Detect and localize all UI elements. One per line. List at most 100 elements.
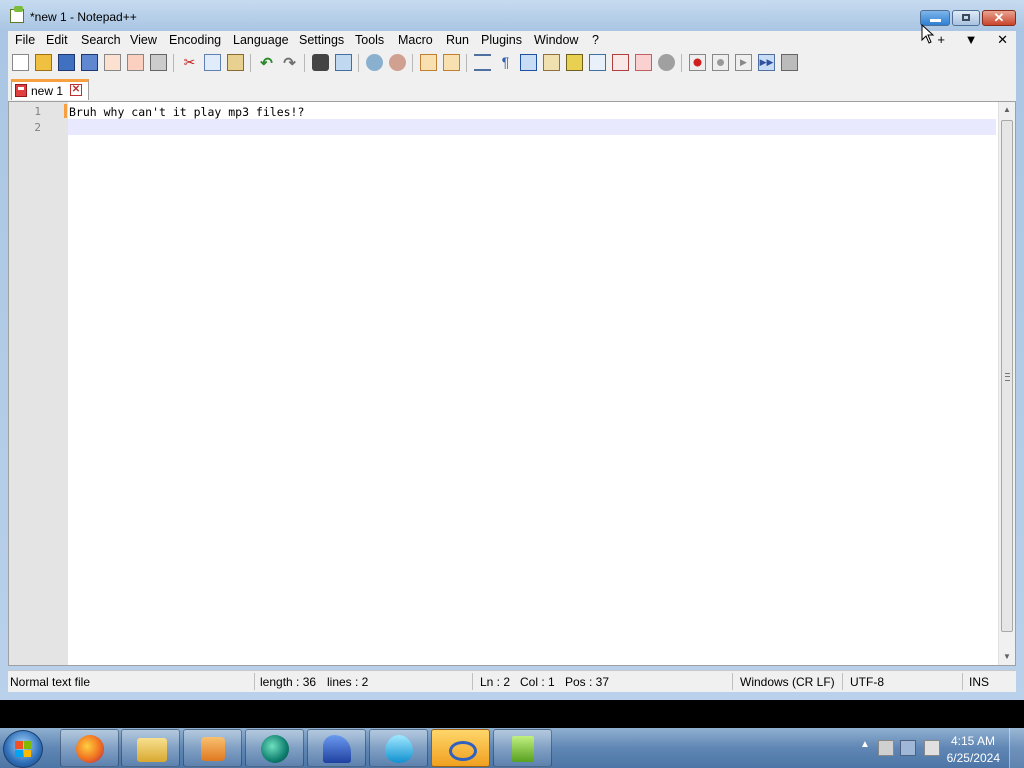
word-wrap-icon[interactable]: [474, 54, 491, 71]
run-macro-multiple-icon[interactable]: ▶▶: [758, 54, 775, 71]
editor-area[interactable]: 1 2 Bruh why can't it play mp3 files!? ▲…: [8, 101, 1016, 666]
status-ln: Ln : 2: [480, 675, 511, 689]
taskbar-water-drop-app[interactable]: [369, 729, 428, 767]
menu-macro[interactable]: Macro: [398, 33, 433, 47]
scroll-grip-icon: [1005, 373, 1010, 381]
close-icon: ✕: [993, 10, 1005, 25]
menu-encoding[interactable]: Encoding: [169, 33, 221, 47]
scroll-down-arrow-icon[interactable]: ▼: [999, 649, 1015, 665]
system-tray: ▲ 4:15 AM 6/25/2024: [834, 728, 1024, 768]
tab-close-icon[interactable]: ✕: [70, 84, 82, 96]
menu-edit[interactable]: Edit: [46, 33, 68, 47]
menu-file[interactable]: File: [15, 33, 35, 47]
indent-guide-icon[interactable]: [520, 54, 537, 71]
undo-icon[interactable]: ↶: [258, 54, 275, 72]
print-icon[interactable]: [150, 54, 167, 71]
save-macro-icon[interactable]: [781, 54, 798, 71]
close-all-icon[interactable]: [127, 54, 144, 71]
close-window-button[interactable]: ✕: [982, 10, 1016, 26]
redo-icon[interactable]: ↷: [281, 54, 298, 72]
clock-date[interactable]: 6/25/2024: [947, 751, 1000, 765]
copy-icon[interactable]: [204, 54, 221, 71]
status-separator: [254, 673, 255, 690]
scrollbar-thumb[interactable]: [1001, 120, 1013, 632]
cut-icon[interactable]: ✂: [181, 54, 198, 71]
taskbar-app-green[interactable]: [245, 729, 304, 767]
menu-tools[interactable]: Tools: [355, 33, 384, 47]
taskbar: ▲ 4:15 AM 6/25/2024: [0, 728, 1024, 768]
title-bar[interactable]: *new 1 - Notepad++ ✕: [0, 0, 1024, 31]
menu-view[interactable]: View: [130, 33, 157, 47]
status-eol[interactable]: Windows (CR LF): [740, 675, 835, 689]
tab-label: new 1: [31, 84, 64, 98]
new-file-icon[interactable]: [12, 54, 29, 71]
menu-window[interactable]: Window: [534, 33, 578, 47]
toolbar-separator: [250, 54, 251, 72]
record-macro-icon[interactable]: [689, 54, 706, 71]
current-line-highlight: [68, 119, 996, 135]
taskbar-notepadpp[interactable]: [493, 729, 552, 767]
status-encoding[interactable]: UTF-8: [850, 675, 884, 689]
udl-icon[interactable]: [543, 54, 560, 71]
zoom-out-icon[interactable]: [389, 54, 406, 71]
taskbar-firefox[interactable]: [60, 729, 119, 767]
zoom-in-icon[interactable]: [366, 54, 383, 71]
toolbar-separator: [173, 54, 174, 72]
find-icon[interactable]: [312, 54, 329, 71]
menu-help[interactable]: ?: [592, 33, 599, 47]
volume-muted-icon[interactable]: [924, 740, 940, 756]
line-number: 1: [34, 105, 41, 118]
sync-vertical-icon[interactable]: [420, 54, 437, 71]
line-number: 2: [34, 121, 41, 134]
paste-icon[interactable]: [227, 54, 244, 71]
vertical-scrollbar[interactable]: ▲ ▼: [998, 102, 1015, 665]
show-hidden-icons-icon[interactable]: ▲: [860, 739, 870, 750]
toolbar-separator: [412, 54, 413, 72]
code-line[interactable]: Bruh why can't it play mp3 files!?: [69, 105, 304, 119]
monitoring-eye-icon[interactable]: [658, 54, 675, 71]
monitoring-icon[interactable]: [635, 54, 652, 71]
doc-map-icon[interactable]: [566, 54, 583, 71]
replace-icon[interactable]: [335, 54, 352, 71]
save-all-icon[interactable]: [81, 54, 98, 71]
sync-horizontal-icon[interactable]: [443, 54, 460, 71]
action-center-icon[interactable]: [878, 740, 894, 756]
scroll-up-arrow-icon[interactable]: ▲: [999, 102, 1015, 118]
taskbar-file-explorer[interactable]: [121, 729, 180, 767]
menu-plugins[interactable]: Plugins: [481, 33, 522, 47]
tab-list-dropdown-icon[interactable]: ▼: [965, 32, 978, 47]
close-doc-icon[interactable]: ✕: [997, 32, 1008, 47]
new-tab-plus-icon[interactable]: +: [937, 32, 945, 47]
tab-new-1[interactable]: new 1 ✕: [11, 79, 89, 100]
status-lines: lines : 2: [327, 675, 369, 689]
status-bar: Normal text file length : 36 lines : 2 L…: [8, 670, 1016, 692]
clock-time[interactable]: 4:15 AM: [951, 734, 995, 748]
taskbar-infinity-app[interactable]: [431, 729, 490, 767]
firefox-icon: [76, 735, 104, 763]
app-icon-blue-sail: [323, 735, 351, 763]
file-explorer-icon: [137, 738, 167, 762]
play-macro-icon[interactable]: ▶: [735, 54, 752, 71]
stop-record-icon[interactable]: [712, 54, 729, 71]
network-icon[interactable]: [900, 740, 916, 756]
start-button[interactable]: [3, 730, 43, 768]
notepadpp-app-icon[interactable]: [10, 6, 24, 23]
close-icon[interactable]: [104, 54, 121, 71]
taskbar-media-player[interactable]: [183, 729, 242, 767]
maximize-icon: [962, 14, 970, 21]
status-insert-mode[interactable]: INS: [969, 675, 989, 689]
menu-settings[interactable]: Settings: [299, 33, 344, 47]
show-desktop-button[interactable]: [1009, 728, 1024, 768]
maximize-button[interactable]: [952, 10, 980, 26]
menu-language[interactable]: Language: [233, 33, 289, 47]
minimize-icon: [930, 19, 941, 22]
show-all-chars-icon[interactable]: ¶: [497, 54, 514, 71]
folder-as-workspace-icon[interactable]: [612, 54, 629, 71]
open-file-icon[interactable]: [35, 54, 52, 71]
function-list-icon[interactable]: [589, 54, 606, 71]
save-icon[interactable]: [58, 54, 75, 71]
menu-search[interactable]: Search: [81, 33, 121, 47]
menu-run[interactable]: Run: [446, 33, 469, 47]
taskbar-app-blue-sail[interactable]: [307, 729, 366, 767]
water-drop-app-icon: [385, 735, 413, 763]
